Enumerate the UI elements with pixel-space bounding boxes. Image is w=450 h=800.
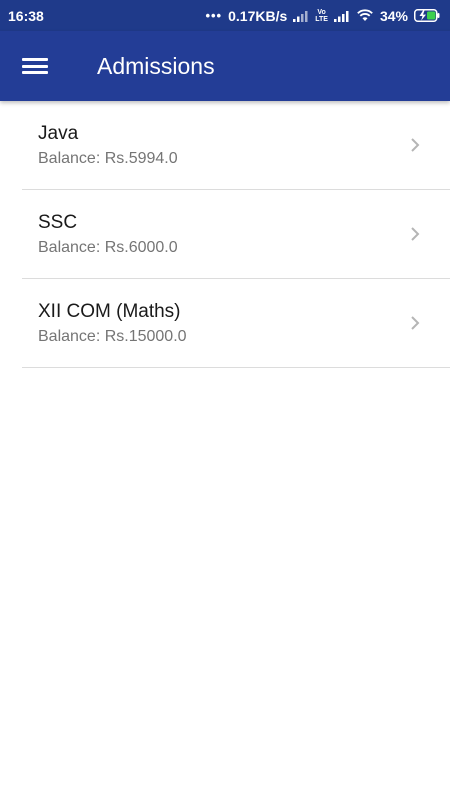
menu-icon[interactable] xyxy=(22,56,48,76)
course-balance: Balance: Rs.5994.0 xyxy=(38,150,178,167)
list-item-java[interactable]: Java Balance: Rs.5994.0 xyxy=(22,101,450,190)
chevron-right-icon xyxy=(411,138,420,152)
course-name: XII COM (Maths) xyxy=(38,301,181,322)
status-time: 16:38 xyxy=(8,7,44,24)
volte-icon: Vo LTE xyxy=(315,8,328,23)
chevron-right-icon xyxy=(411,316,420,330)
chevron-right-icon xyxy=(411,227,420,241)
course-balance: Balance: Rs.6000.0 xyxy=(38,239,178,256)
signal-icon xyxy=(333,10,350,22)
app-bar: Admissions xyxy=(0,31,450,101)
admissions-list: Java Balance: Rs.5994.0 SSC Balance: Rs.… xyxy=(0,101,450,368)
network-speed: 0.17KB/s xyxy=(228,7,288,24)
list-item-ssc[interactable]: SSC Balance: Rs.6000.0 xyxy=(22,190,450,279)
wifi-icon xyxy=(356,9,374,22)
battery-charging-icon xyxy=(414,9,440,22)
course-name: SSC xyxy=(38,212,78,233)
notification-dots: ••• xyxy=(205,8,223,23)
status-icons: ••• 0.17KB/s Vo LTE 34% xyxy=(205,8,440,24)
signal-icon xyxy=(293,10,309,22)
page-title: Admissions xyxy=(97,52,215,79)
battery-percent: 34% xyxy=(379,7,408,24)
course-name: Java xyxy=(38,123,79,144)
list-item-xii-com-maths[interactable]: XII COM (Maths) Balance: Rs.15000.0 xyxy=(22,279,450,368)
status-bar: 16:38 ••• 0.17KB/s Vo LTE 34% xyxy=(0,0,450,31)
course-balance: Balance: Rs.15000.0 xyxy=(38,328,187,345)
